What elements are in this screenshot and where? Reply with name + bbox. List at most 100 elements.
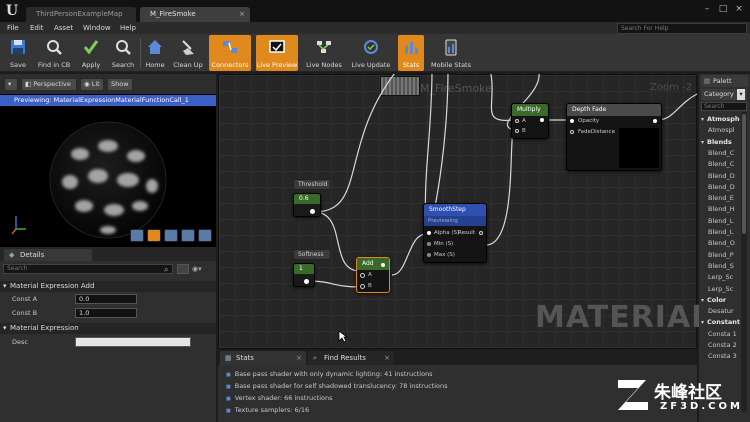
live-update-button[interactable]: Live Update — [350, 35, 392, 71]
desc-input[interactable] — [75, 337, 191, 347]
softness-label[interactable]: Softness — [293, 249, 331, 260]
const-b-input[interactable]: 1.0 — [75, 308, 137, 318]
close-tab-icon[interactable]: × — [384, 351, 390, 365]
max-pin[interactable] — [427, 253, 431, 257]
result-output-pin[interactable] — [479, 231, 483, 235]
multiply-output-pin[interactable] — [540, 118, 544, 122]
palette-item[interactable]: Consta 2 — [700, 340, 740, 351]
tab-details[interactable]: ◆ Details — [4, 249, 92, 261]
min-pin[interactable] — [427, 242, 431, 246]
depth-fade-preview — [619, 128, 659, 168]
details-search-input[interactable]: Search — [3, 264, 173, 274]
palette-item[interactable]: Blend_S — [700, 261, 740, 272]
clean-up-button[interactable]: Clean Up — [171, 35, 205, 71]
menu-window[interactable]: Window — [83, 23, 111, 33]
stats-button[interactable]: Stats — [398, 35, 424, 71]
maximize-icon[interactable]: □ — [716, 3, 730, 15]
preview-mesh-icon[interactable] — [198, 229, 212, 242]
preview-viewport[interactable] — [0, 94, 216, 247]
section-material-expression-add[interactable]: ▾ Material Expression Add — [0, 281, 216, 292]
preview-cylinder-icon[interactable] — [130, 229, 144, 242]
alpha-pin[interactable] — [427, 231, 431, 235]
save-button[interactable]: Save — [4, 35, 32, 71]
palette-item[interactable]: Consta 3 — [700, 351, 740, 362]
multiply-title: Multiply — [512, 104, 548, 116]
menu-asset[interactable]: Asset — [54, 23, 73, 33]
tab-stats[interactable]: ▦ Stats × — [220, 351, 306, 365]
preview-sphere-icon[interactable] — [147, 229, 161, 242]
const-a-input[interactable]: 0.0 — [75, 294, 137, 304]
tab-m-firesmoke[interactable]: M_FireSmoke × — [140, 7, 250, 22]
help-search-input[interactable]: Search For Help — [617, 23, 747, 34]
add-pin-a[interactable] — [360, 273, 365, 278]
palette-search-input[interactable]: Search — [701, 102, 747, 111]
find-in-cb-label: Find in CB — [37, 61, 71, 69]
live-preview-button[interactable]: Live Preview — [256, 35, 298, 71]
palette-item[interactable]: Blend_E — [700, 193, 740, 204]
category-dropdown[interactable]: Category ▾ — [701, 89, 747, 100]
connectors-button[interactable]: Connectors — [209, 35, 251, 71]
palette-item[interactable]: Blend_C — [700, 148, 740, 159]
tab-third-person-map[interactable]: ThirdPersonExampleMap — [26, 7, 136, 22]
palette-category[interactable]: Blends — [700, 137, 740, 148]
opacity-pin[interactable] — [570, 119, 574, 123]
depth-fade-output-pin[interactable] — [653, 119, 657, 123]
softness-output-pin[interactable] — [304, 279, 309, 284]
eye-icon[interactable]: ◉▾ — [192, 264, 212, 274]
palette-item[interactable]: Lerp_Sc — [700, 272, 740, 283]
lit-button[interactable]: ◉ Lit — [80, 78, 104, 91]
menu-edit[interactable]: Edit — [30, 23, 44, 33]
smoothstep-node[interactable]: SmoothStep Previewing Alpha (S) Result M… — [423, 203, 487, 263]
multiply-node[interactable]: Multiply A B — [511, 103, 549, 139]
add-output-pin[interactable] — [381, 263, 385, 267]
menu-file[interactable]: File — [7, 23, 19, 33]
palette-item[interactable]: Blend_L — [700, 216, 740, 227]
add-node[interactable]: Add A B — [356, 257, 390, 293]
connectors-label: Connectors — [211, 61, 249, 69]
palette-item[interactable]: Blend_D — [700, 182, 740, 193]
tab-palette[interactable]: ▤ Palett — [701, 75, 748, 87]
palette-category[interactable]: Constants — [700, 317, 740, 328]
section-material-expression[interactable]: ▾ Material Expression — [0, 323, 216, 334]
viewport-options-button[interactable]: ▾ — [4, 78, 18, 91]
view-options-icon[interactable] — [177, 264, 189, 274]
close-window-icon[interactable]: × — [732, 3, 746, 15]
palette-item[interactable]: Consta 1 — [700, 329, 740, 340]
find-in-cb-button[interactable]: Find in CB — [34, 35, 74, 71]
palette-category[interactable]: Atmosphe — [700, 114, 740, 125]
threshold-node[interactable]: 0.6 — [293, 193, 321, 217]
search-button[interactable]: Search — [108, 35, 138, 71]
tab-find-results[interactable]: ⌕ Find Results × — [308, 351, 394, 365]
palette-item[interactable]: Blend_P — [700, 250, 740, 261]
preview-cube-icon[interactable] — [181, 229, 195, 242]
threshold-label[interactable]: Threshold — [293, 179, 331, 190]
close-tab-icon[interactable]: × — [239, 7, 245, 22]
multiply-pin-b[interactable] — [515, 129, 519, 133]
mobile-stats-button[interactable]: Mobile Stats — [428, 35, 474, 71]
palette-item[interactable]: Blend_O — [700, 238, 740, 249]
apply-button[interactable]: Apply — [78, 35, 104, 71]
palette-item[interactable]: Blend_L — [700, 227, 740, 238]
fade-distance-pin[interactable] — [570, 130, 574, 134]
preview-plane-icon[interactable] — [164, 229, 178, 242]
palette-item[interactable]: Lerp_Sc — [700, 284, 740, 295]
palette-item[interactable]: Atmospl — [700, 125, 740, 136]
live-nodes-button[interactable]: Live Nodes — [304, 35, 344, 71]
threshold-output-pin[interactable] — [310, 209, 315, 214]
depth-fade-node[interactable]: Depth Fade Opacity FadeDistance — [566, 103, 662, 171]
perspective-button[interactable]: ◧ Perspective — [21, 78, 77, 91]
add-pin-b[interactable] — [360, 284, 365, 289]
palette-item[interactable]: Desatur — [700, 306, 740, 317]
palette-item[interactable]: Blend_H — [700, 204, 740, 215]
menu-help[interactable]: Help — [120, 23, 136, 33]
multiply-pin-a[interactable] — [515, 119, 519, 123]
home-button[interactable]: Home — [143, 35, 167, 71]
palette-item[interactable]: Blend_D — [700, 171, 740, 182]
palette-item[interactable]: Blend_C — [700, 159, 740, 170]
palette-scroll-thumb[interactable] — [742, 114, 746, 234]
minimize-icon[interactable]: – — [700, 3, 714, 15]
palette-category[interactable]: Color — [700, 295, 740, 306]
show-button[interactable]: Show — [107, 78, 133, 91]
softness-node[interactable]: 1 — [293, 263, 315, 287]
close-tab-icon[interactable]: × — [296, 351, 302, 365]
